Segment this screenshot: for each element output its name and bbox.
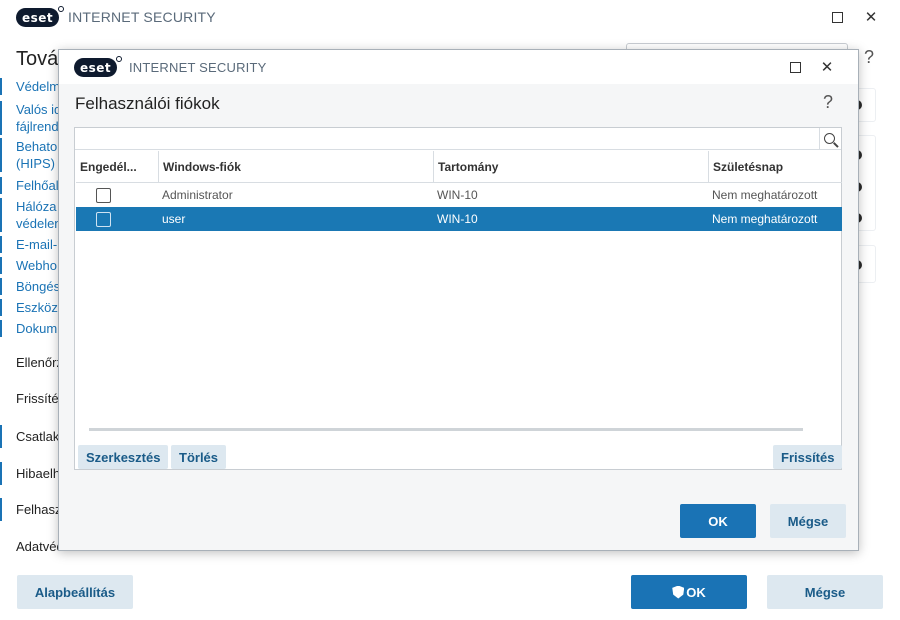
- sidebar-item-email[interactable]: E-mail-: [0, 236, 57, 253]
- refresh-button[interactable]: Frissítés: [773, 445, 843, 469]
- account-cell: user: [162, 212, 186, 226]
- domain-cell: WIN-10: [437, 188, 478, 202]
- magnifier-glyph: [824, 132, 835, 144]
- close-icon: ✕: [864, 8, 878, 26]
- enabled-cell: [76, 211, 158, 227]
- sidebar-item-network-line2: védelen: [16, 216, 62, 231]
- sidebar-item-browser[interactable]: Böngés: [0, 278, 60, 295]
- enabled-cell: [76, 187, 158, 203]
- birthday-cell: Nem meghatározott: [712, 188, 818, 202]
- column-header-birthday[interactable]: Születésnap: [708, 151, 842, 182]
- main-page-title: Tová: [16, 48, 59, 70]
- column-header-enabled[interactable]: Engedél...: [76, 151, 158, 182]
- dialog-titlebar: eset INTERNET SECURITY ✕: [59, 50, 858, 84]
- accounts-panel: Engedél... Windows-fiók Tartomány Szület…: [74, 127, 843, 470]
- account-cell: Administrator: [162, 188, 233, 202]
- sidebar-item-protection[interactable]: Védelm: [0, 78, 60, 95]
- close-icon: ✕: [820, 58, 834, 76]
- sidebar-item-device[interactable]: Eszközt: [0, 299, 62, 316]
- delete-button[interactable]: Törlés: [171, 445, 227, 469]
- table-row[interactable]: user WIN-10 Nem meghatározott: [76, 207, 842, 231]
- sidebar-item-document[interactable]: Dokum: [0, 320, 57, 337]
- dialog-title: Felhasználói fiókok: [75, 94, 220, 113]
- sidebar-section-troubleshoot[interactable]: Hibaelh: [0, 462, 60, 485]
- table-row[interactable]: Administrator WIN-10 Nem meghatározott: [76, 183, 842, 207]
- search-icon[interactable]: [819, 128, 841, 150]
- square-icon: [831, 11, 843, 23]
- sidebar-section-connect[interactable]: Csatlak: [0, 425, 59, 448]
- sidebar-item-hips-line1: Behato: [16, 139, 58, 154]
- filter-input[interactable]: [75, 128, 841, 150]
- sidebar-item-realtime-line1: Valós id: [16, 102, 62, 117]
- enabled-checkbox[interactable]: [96, 211, 111, 227]
- enabled-checkbox[interactable]: [96, 187, 111, 203]
- sidebar-item-realtime[interactable]: Valós id fájlrend: [0, 101, 62, 135]
- sidebar-section-update[interactable]: Frissíté: [16, 391, 59, 406]
- column-header-windows-account[interactable]: Windows-fiók: [158, 151, 433, 182]
- sidebar-item-cloud[interactable]: Felhőal: [0, 177, 59, 194]
- main-close-button[interactable]: ✕: [860, 6, 882, 28]
- dialog-maximize-button[interactable]: [784, 56, 806, 78]
- main-app-title: INTERNET SECURITY: [68, 9, 216, 25]
- eset-logo-text: eset: [22, 10, 54, 25]
- eset-logo: eset: [74, 56, 123, 77]
- main-cancel-button[interactable]: Mégse: [767, 575, 883, 609]
- main-titlebar: eset INTERNET SECURITY ✕: [0, 0, 900, 34]
- main-help-icon[interactable]: ?: [864, 47, 874, 68]
- dialog-app-title: INTERNET SECURITY: [129, 60, 267, 75]
- user-accounts-dialog: eset INTERNET SECURITY ✕ Felhasználói fi…: [58, 49, 859, 551]
- accounts-table: Engedél... Windows-fiók Tartomány Szület…: [76, 151, 842, 231]
- sidebar-item-web[interactable]: Webho: [0, 257, 57, 274]
- eset-logo: eset: [16, 6, 65, 27]
- domain-cell: WIN-10: [437, 212, 478, 226]
- table-header: Engedél... Windows-fiók Tartomány Szület…: [76, 151, 842, 183]
- sidebar-item-network-line1: Hálóza: [16, 199, 57, 214]
- sidebar-item-hips-line2: (HIPS): [16, 156, 55, 171]
- square-icon: [789, 61, 801, 73]
- eset-logo-text: eset: [80, 60, 112, 75]
- sidebar-section-user[interactable]: Felhasz: [0, 498, 62, 521]
- main-ok-button[interactable]: OK: [631, 575, 747, 609]
- dialog-ok-button[interactable]: OK: [680, 504, 756, 538]
- main-ok-label: OK: [686, 584, 706, 600]
- edit-button[interactable]: Szerkesztés: [78, 445, 169, 469]
- sidebar-item-network[interactable]: Hálóza védelen: [0, 198, 62, 232]
- sidebar-section-scan[interactable]: Ellenőrz: [16, 355, 63, 370]
- shield-icon: [672, 585, 685, 599]
- default-settings-button[interactable]: Alapbeállítás: [17, 575, 133, 609]
- sidebar-item-realtime-line2: fájlrend: [16, 119, 59, 134]
- birthday-cell: Nem meghatározott: [712, 212, 818, 226]
- sidebar-item-hips[interactable]: Behato (HIPS): [0, 138, 58, 172]
- dialog-help-icon[interactable]: ?: [823, 92, 833, 113]
- dialog-cancel-button[interactable]: Mégse: [770, 504, 846, 538]
- horizontal-scrollbar[interactable]: [89, 428, 803, 431]
- column-header-domain[interactable]: Tartomány: [433, 151, 708, 182]
- main-maximize-button[interactable]: [826, 6, 848, 28]
- dialog-close-button[interactable]: ✕: [816, 56, 838, 78]
